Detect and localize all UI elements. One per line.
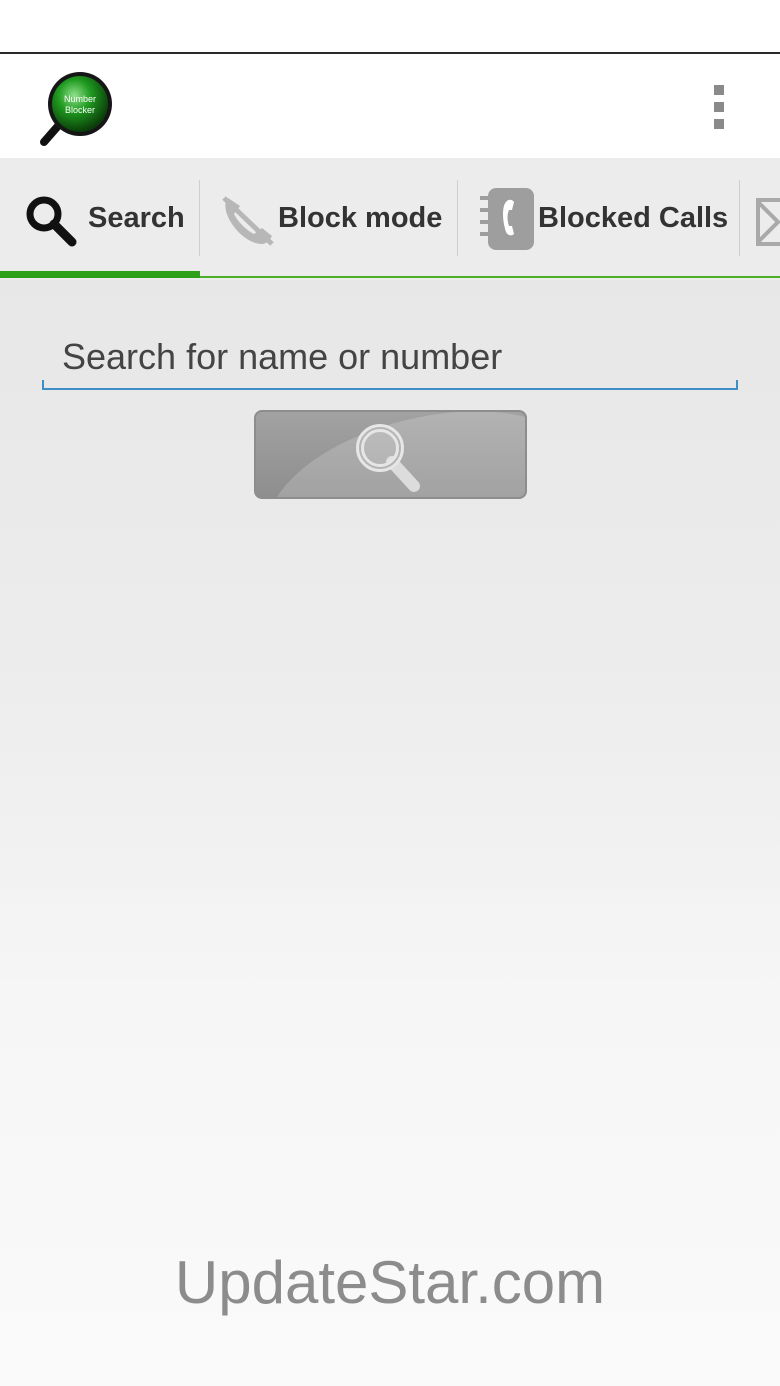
tab-blocked-calls-label: Blocked Calls: [538, 202, 729, 234]
message-icon: [756, 198, 780, 246]
input-edge-right: [736, 380, 738, 390]
call-log-icon: [480, 188, 534, 250]
tab-blocked-calls[interactable]: Blocked Calls: [458, 158, 740, 278]
phone-crossed-icon: [222, 196, 274, 246]
overflow-menu-icon[interactable]: [700, 82, 740, 132]
tab-messages[interactable]: [740, 158, 780, 278]
action-bar: Number Blocker: [0, 54, 780, 158]
tab-block-mode-label: Block mode: [278, 202, 443, 234]
search-icon: [356, 424, 420, 492]
search-input[interactable]: [42, 326, 738, 390]
svg-text:Number: Number: [64, 94, 96, 104]
app-logo: Number Blocker: [40, 72, 112, 146]
svg-text:Blocker: Blocker: [65, 105, 95, 115]
search-button[interactable]: [254, 410, 527, 499]
tab-search[interactable]: Search: [0, 158, 200, 278]
watermark: UpdateStar.com: [174, 1249, 606, 1316]
tab-strip: Search Block mode Blocked Calls: [0, 158, 780, 280]
search-icon: [26, 196, 77, 247]
tab-search-label: Search: [88, 202, 185, 234]
input-edge-left: [42, 380, 44, 390]
status-bar: [0, 0, 780, 54]
tab-block-mode[interactable]: Block mode: [200, 158, 458, 278]
